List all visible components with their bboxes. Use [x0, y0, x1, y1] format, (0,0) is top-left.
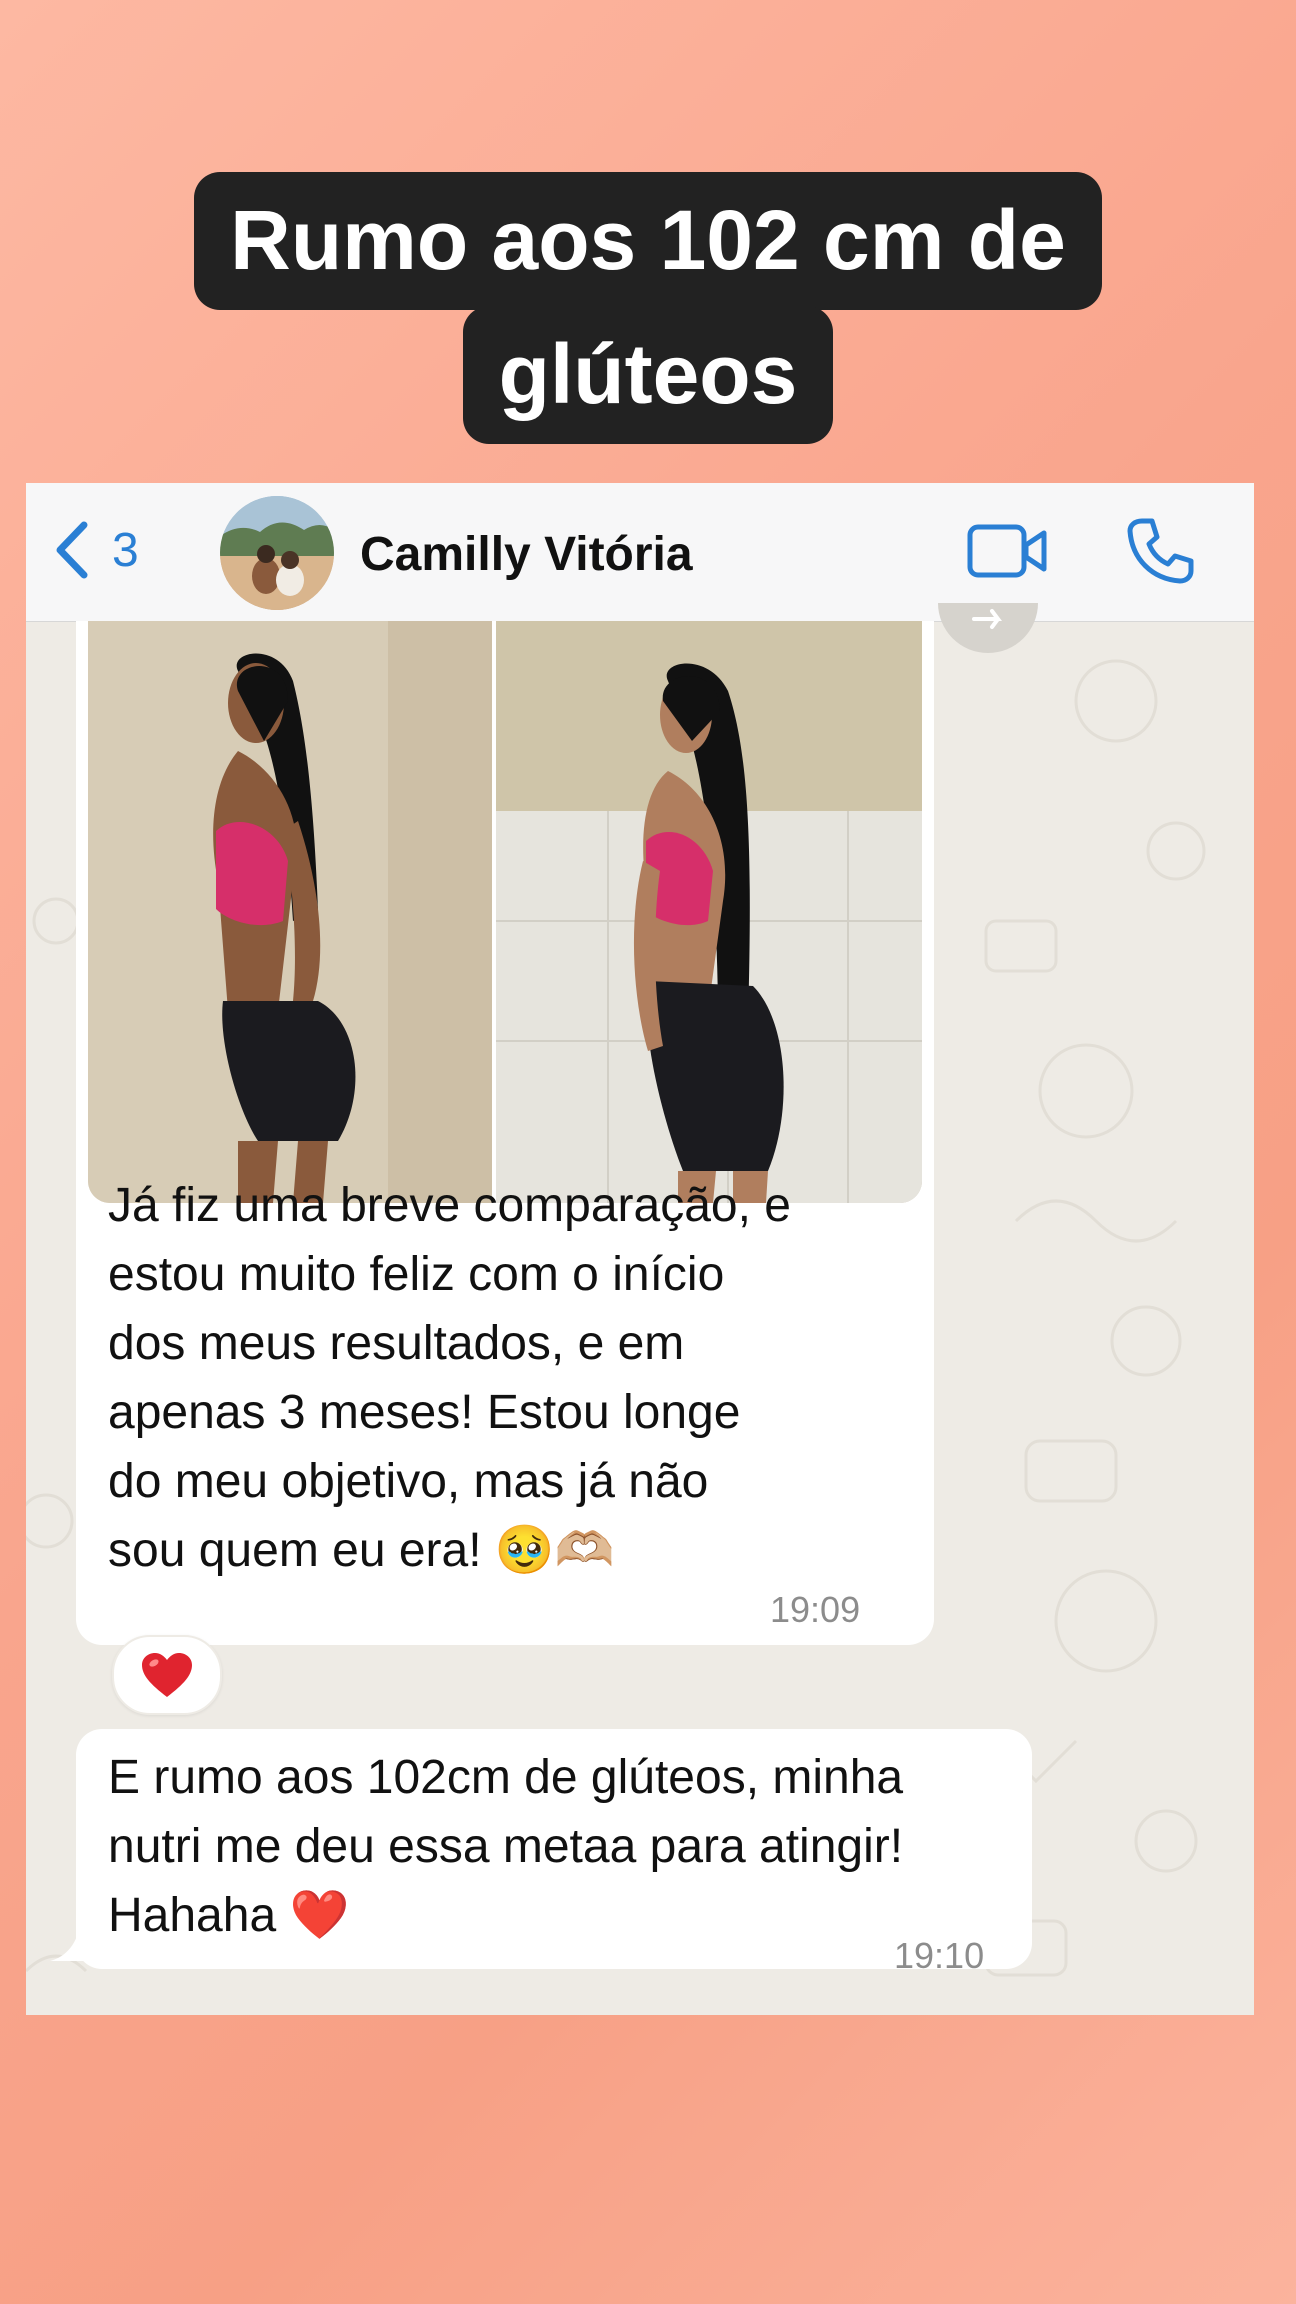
message-text: E rumo aos 102cm de glúteos, minha nutri…: [108, 1751, 904, 1942]
headline-line-1: Rumo aos 102 cm de: [194, 172, 1102, 310]
forward-button[interactable]: [938, 603, 1038, 663]
message-text: Já fiz uma breve comparação, e estou mui…: [108, 1179, 791, 1577]
avatar-image: [220, 496, 334, 610]
headline-overlay: Rumo aos 102 cm de glúteos: [0, 172, 1296, 444]
message-time: 19:10: [894, 1935, 985, 1976]
comparison-photo[interactable]: [88, 621, 922, 1203]
headline-line-2: glúteos: [462, 306, 834, 444]
phone-icon: [1127, 518, 1194, 584]
voice-call-button[interactable]: [1124, 515, 1196, 592]
comparison-photo-image: [88, 621, 922, 1203]
chat-header: 3 Camilly Vitória: [26, 483, 1254, 622]
chevron-left-icon: [56, 521, 88, 579]
unread-count: 3: [112, 523, 139, 577]
avatar[interactable]: [220, 496, 334, 610]
video-call-icon: [967, 524, 1047, 578]
message-time: 19:09: [770, 1589, 861, 1630]
reaction-badge[interactable]: [112, 1635, 222, 1715]
back-button[interactable]: 3: [50, 519, 139, 581]
chat-screenshot: 3 Camilly Vitória Já fiz uma breve compa…: [26, 483, 1254, 2015]
video-call-button[interactable]: [966, 521, 1050, 586]
heart-icon: [142, 1653, 192, 1697]
contact-name[interactable]: Camilly Vitória: [360, 527, 693, 582]
